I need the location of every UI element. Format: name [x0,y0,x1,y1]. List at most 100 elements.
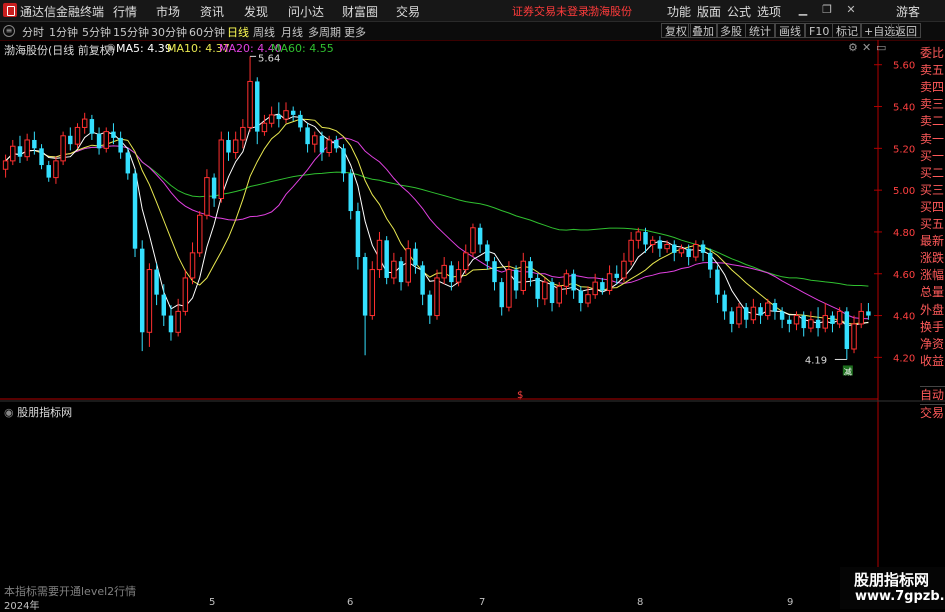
chart-expand-icon[interactable]: ▭ [876,41,886,54]
candle-body-down [355,211,361,258]
period-tab-多周期[interactable]: 多周期 [308,24,341,40]
candle-body-up [175,310,181,333]
tdx-terminal-window: 通达信金融终端 行情 市场 资讯 发现 问小达 财富圈 交易 证券交易未登录 渤海股份 功能… [0,0,945,612]
candle-body-up [53,160,59,179]
indicator-settings-icon[interactable]: ◉ [106,41,116,54]
candle-body-up [189,252,196,279]
close-window-icon[interactable]: ✕ [843,2,859,18]
side-label-收益: 收益 [920,353,945,368]
quote-side-panel: 委比 卖五 卖四 卖三 卖二 卖一 买一 买二 买三 买四 买五 最新 涨跌 涨幅 总量 外盘 换手 净资 收益 自动… [918,40,945,428]
candle-body-down [707,252,713,270]
chart-setting-icon[interactable]: ⚙ [848,41,858,54]
candle-body-down [341,148,346,174]
right-menu-版面[interactable]: 版面 [697,3,721,20]
period-tab-30分钟[interactable]: 30分钟 [151,24,187,40]
period-tab-月线[interactable]: 月线 [281,24,303,40]
candle-body-up [455,269,462,283]
candle-body-down [305,127,310,145]
chart-tool-返回[interactable]: 返回 [891,23,921,38]
period-tab-周线[interactable]: 周线 [253,24,275,40]
candle-body-down [643,231,648,245]
chart-tool-叠加[interactable]: 叠加 [688,23,718,38]
candle-body-down [298,114,303,128]
candle-body-down [139,248,145,333]
chart-tool-复权[interactable]: 复权 [661,23,691,38]
chart-close-icon[interactable]: ✕ [862,41,871,54]
chart-tool-统计[interactable]: 统计 [745,23,775,38]
period-tab-日线[interactable]: 日线 [227,24,249,40]
candle-body-down [39,148,44,166]
kline-chart[interactable]: 5.60 5.40 5.20 5.00 4.80 4.60 4.40 4.20 5.64 4.19… [0,40,945,570]
menu-item-市场[interactable]: 市场 [156,3,180,20]
chart-tool-多股[interactable]: 多股 [716,23,746,38]
period-tab-更多[interactable]: 更多 [344,24,366,40]
sub-indicator-label[interactable]: ◉ 股朋指标网 [4,404,72,420]
candle-body-down [722,294,727,312]
menu-item-交易[interactable]: 交易 [396,3,420,20]
ma60-value: MA60: 4.55 [271,42,334,55]
menu-item-发现[interactable]: 发现 [244,3,268,20]
y-tick-label: 5.00 [893,186,915,197]
candle-body-up [664,243,670,250]
side-label-卖四: 卖四 [920,80,945,95]
sub-indicator-name: 股朋指标网 [17,406,73,419]
chart-tool-画线[interactable]: 画线 [775,23,805,38]
candle-body-up [628,239,634,262]
time-tick-5: 5 [209,597,216,608]
candle-body-down [571,273,576,291]
candle-body-up [146,269,153,333]
candle-body-down [413,248,418,266]
candle-body-down [276,114,282,120]
period-tab-5分钟[interactable]: 5分钟 [82,24,111,40]
chart-tool-F10[interactable]: F10 [805,23,834,38]
candle-body-down [161,294,167,316]
side-button-自动[interactable]: 自动 [920,386,945,403]
candle-body-down [334,139,339,149]
candle-body-down [614,273,619,278]
right-menu-公式[interactable]: 公式 [727,3,751,20]
app-logo-icon [3,3,17,17]
period-tab-60分钟[interactable]: 60分钟 [189,24,225,40]
candle-body-down [362,257,368,316]
menu-item-资讯[interactable]: 资讯 [200,3,224,20]
right-menu-功能[interactable]: 功能 [667,3,691,20]
side-button-交易[interactable]: 交易 [920,404,945,421]
candle-body-down [17,146,23,157]
candle-body-down [549,282,555,304]
period-tab-分时[interactable]: 分时 [22,24,44,40]
menu-item-问小达[interactable]: 问小达 [288,3,324,20]
period-tab-1分钟[interactable]: 1分钟 [49,24,78,40]
guest-user-label[interactable]: 游客 [896,3,920,20]
menu-item-行情[interactable]: 行情 [113,3,137,20]
menu-item-财富圈[interactable]: 财富圈 [342,3,378,20]
candle-body-down [46,165,51,178]
candle-body-up [470,227,476,254]
candle-body-up [247,80,253,128]
candle-body-down [255,81,260,132]
maximize-window-icon[interactable]: ❐ [819,2,835,18]
side-label-净资: 净资 [920,336,945,351]
candle-body-down [844,311,850,350]
candle-body-down [700,244,706,253]
candle-body-up [10,145,16,162]
candle-body-up [463,252,469,271]
candle-body-down [499,282,504,308]
candle-body-down [118,137,123,153]
candle-body-down [96,133,102,149]
stock-name-tag[interactable]: 渤海股份 [588,3,632,19]
toolbar-menu-icon[interactable]: ≡ [3,25,15,37]
side-label-涨幅: 涨幅 [920,268,945,283]
candle-body-up [585,294,591,304]
right-menu-选项[interactable]: 选项 [757,3,781,20]
watermark-name: 股朋指标网 [854,571,930,589]
login-status-warning[interactable]: 证券交易未登录 [512,3,589,19]
period-tab-15分钟[interactable]: 15分钟 [113,24,149,40]
candle-body-down [290,110,296,115]
minimize-window-icon[interactable]: ▁ [795,2,811,18]
chart-tool-标记[interactable]: 标记 [832,23,862,38]
candle-body-up [312,135,318,145]
side-label-买四: 买四 [920,199,945,214]
candle-body-up [808,319,814,329]
candle-body-down [535,277,540,299]
candle-body-up [822,315,828,329]
